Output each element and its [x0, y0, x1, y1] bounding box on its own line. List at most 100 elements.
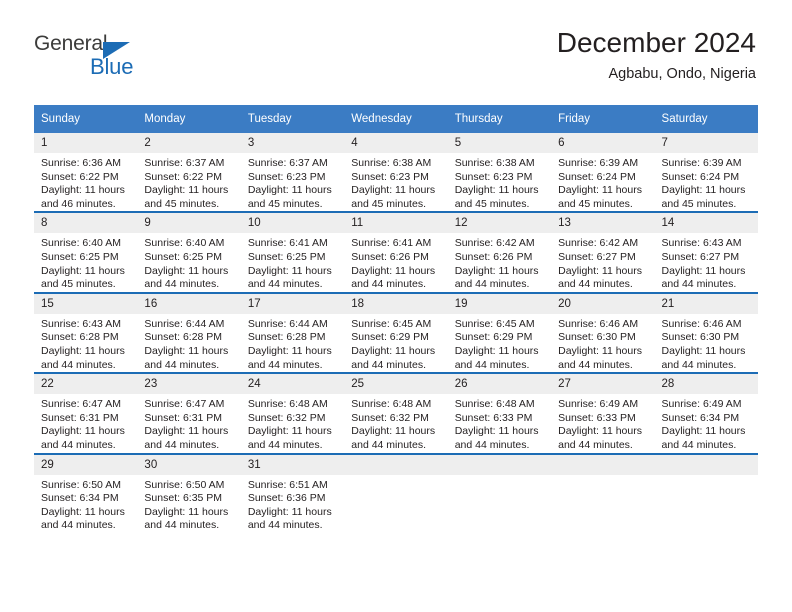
sunrise-text: Sunrise: 6:41 AM: [351, 237, 432, 250]
day-cell[interactable]: 21 Sunrise: 6:46 AM Sunset: 6:30 PM Dayligh…: [654, 291, 758, 374]
day-number: 28: [654, 374, 758, 395]
day-number: 25: [344, 374, 448, 395]
day-cell[interactable]: 25 Sunrise: 6:48 AM Sunset: 6:32 PM Dayligh…: [344, 372, 448, 454]
calendar-week-row: 15 Sunrise: 6:43 AM Sunset: 6:28 PM Dayligh…: [34, 291, 758, 374]
sunset-text: Sunset: 6:25 PM: [41, 250, 119, 263]
daylight-text-line2: and 45 minutes.: [41, 278, 116, 291]
sunset-text: Sunset: 6:25 PM: [247, 250, 326, 263]
daylight-text-line2: and 44 minutes.: [41, 358, 116, 371]
day-details: Sunrise: 6:48 AM Sunset: 6:32 PM Daylight:…: [344, 394, 447, 452]
logo-text-blue: Blue: [90, 54, 134, 79]
day-number: [654, 454, 758, 475]
daylight-text-line1: Daylight: 11 hours: [247, 425, 332, 438]
day-cell[interactable]: 5 Sunrise: 6:38 AM Sunset: 6:23 PM Daylight…: [447, 133, 552, 213]
general-blue-logo[interactable]: General Blue: [34, 32, 214, 82]
calendar-week-row: 1 Sunrise: 6:36 AM Sunset: 6:22 PM Daylight…: [34, 133, 758, 213]
day-number: 14: [654, 213, 758, 234]
day-number: 21: [654, 293, 758, 314]
day-cell[interactable]: 3 Sunrise: 6:37 AM Sunset: 6:23 PM Daylight…: [240, 133, 345, 213]
sunrise-text: Sunrise: 6:39 AM: [558, 157, 639, 169]
day-cell[interactable]: 13 Sunrise: 6:42 AM Sunset: 6:27 PM Dayligh…: [551, 211, 655, 293]
day-cell[interactable]: 23 Sunrise: 6:47 AM Sunset: 6:31 PM Dayligh…: [137, 372, 241, 454]
day-cell[interactable]: 28 Sunrise: 6:49 AM Sunset: 6:34 PM Dayligh…: [654, 372, 758, 454]
daylight-text-line1: Daylight: 11 hours: [247, 344, 332, 357]
sunset-text: Sunset: 6:35 PM: [144, 492, 223, 505]
sunrise-text: Sunrise: 6:38 AM: [454, 157, 535, 169]
daylight-text-line2: and 44 minutes.: [661, 278, 737, 291]
daylight-text-line2: and 45 minutes.: [661, 197, 737, 210]
sunset-text: Sunset: 6:27 PM: [558, 250, 636, 263]
daylight-text-line1: Daylight: 11 hours: [144, 184, 229, 197]
day-cell[interactable]: 11 Sunrise: 6:41 AM Sunset: 6:26 PM Dayligh…: [344, 211, 448, 293]
sunrise-text: Sunrise: 6:46 AM: [661, 317, 742, 330]
daylight-text-line2: and 44 minutes.: [558, 278, 633, 291]
weekday-header-thursday: Thursday: [447, 105, 552, 133]
day-cell[interactable]: 24 Sunrise: 6:48 AM Sunset: 6:32 PM Dayligh…: [240, 372, 345, 454]
day-details: Sunrise: 6:40 AM Sunset: 6:25 PM Daylight:…: [34, 233, 137, 291]
daylight-text-line1: Daylight: 11 hours: [558, 344, 642, 357]
logo-text-general: General: [34, 32, 108, 55]
day-cell[interactable]: 26 Sunrise: 6:48 AM Sunset: 6:33 PM Dayligh…: [447, 372, 552, 454]
day-cell[interactable]: 6 Sunrise: 6:39 AM Sunset: 6:24 PM Daylight…: [551, 133, 655, 213]
day-cell[interactable]: 27 Sunrise: 6:49 AM Sunset: 6:33 PM Dayligh…: [551, 372, 655, 454]
day-cell[interactable]: 7 Sunrise: 6:39 AM Sunset: 6:24 PM Daylight…: [654, 133, 758, 213]
day-cell[interactable]: 10 Sunrise: 6:41 AM Sunset: 6:25 PM Dayligh…: [240, 211, 345, 293]
weekday-header-friday: Friday: [551, 105, 655, 133]
day-cell[interactable]: 22 Sunrise: 6:47 AM Sunset: 6:31 PM Dayligh…: [34, 372, 138, 454]
day-number: 30: [137, 454, 241, 475]
day-cell-empty: [551, 452, 655, 533]
daylight-text-line1: Daylight: 11 hours: [144, 505, 229, 518]
sunrise-text: Sunrise: 6:42 AM: [454, 237, 535, 250]
day-cell[interactable]: 15 Sunrise: 6:43 AM Sunset: 6:28 PM Dayligh…: [34, 291, 138, 374]
day-cell[interactable]: 16 Sunrise: 6:44 AM Sunset: 6:28 PM Dayligh…: [137, 291, 241, 374]
day-cell[interactable]: 29 Sunrise: 6:50 AM Sunset: 6:34 PM Dayligh…: [34, 452, 138, 533]
day-cell[interactable]: 18 Sunrise: 6:45 AM Sunset: 6:29 PM Dayligh…: [344, 291, 448, 374]
day-cell-empty: [447, 452, 552, 533]
day-details: Sunrise: 6:41 AM Sunset: 6:25 PM Daylight:…: [241, 233, 344, 291]
day-details: Sunrise: 6:39 AM Sunset: 6:24 PM Daylight:…: [551, 153, 654, 211]
day-cell[interactable]: 17 Sunrise: 6:44 AM Sunset: 6:28 PM Dayligh…: [240, 291, 345, 374]
day-details: Sunrise: 6:37 AM Sunset: 6:23 PM Daylight:…: [241, 153, 344, 211]
day-cell[interactable]: 9 Sunrise: 6:40 AM Sunset: 6:25 PM Daylight…: [137, 211, 241, 293]
sunrise-text: Sunrise: 6:44 AM: [144, 317, 225, 330]
calendar-page: General Blue December 2024 Agbabu, Ondo,…: [0, 0, 792, 612]
sunset-text: Sunset: 6:28 PM: [41, 331, 119, 344]
day-cell[interactable]: 2 Sunrise: 6:37 AM Sunset: 6:22 PM Daylight…: [137, 133, 241, 213]
daylight-text-line1: Daylight: 11 hours: [351, 264, 436, 277]
weekday-header-monday: Monday: [137, 105, 241, 133]
day-cell[interactable]: 14 Sunrise: 6:43 AM Sunset: 6:27 PM Dayligh…: [654, 211, 758, 293]
daylight-text-line1: Daylight: 11 hours: [247, 505, 332, 518]
sunrise-text: Sunrise: 6:50 AM: [41, 478, 121, 491]
daylight-text-line1: Daylight: 11 hours: [558, 425, 642, 438]
title-block: December 2024 Agbabu, Ondo, Nigeria: [557, 26, 756, 84]
day-cell[interactable]: 20 Sunrise: 6:46 AM Sunset: 6:30 PM Dayligh…: [551, 291, 655, 374]
day-cell[interactable]: 8 Sunrise: 6:40 AM Sunset: 6:25 PM Daylight…: [34, 211, 138, 293]
sunrise-text: Sunrise: 6:47 AM: [144, 398, 225, 411]
daylight-text-line2: and 44 minutes.: [558, 358, 633, 371]
day-cell[interactable]: 4 Sunrise: 6:38 AM Sunset: 6:23 PM Daylight…: [344, 133, 448, 213]
sunrise-text: Sunrise: 6:49 AM: [661, 398, 742, 411]
calendar-week-row: 22 Sunrise: 6:47 AM Sunset: 6:31 PM Dayligh…: [34, 372, 758, 454]
day-number: 10: [240, 213, 345, 234]
calendar-grid: Sunday Monday Tuesday Wednesday Thursday…: [34, 105, 758, 533]
sunset-text: Sunset: 6:30 PM: [661, 331, 740, 344]
day-cell[interactable]: 31 Sunrise: 6:51 AM Sunset: 6:36 PM Dayligh…: [240, 452, 345, 533]
day-cell[interactable]: 1 Sunrise: 6:36 AM Sunset: 6:22 PM Daylight…: [34, 133, 138, 213]
daylight-text-line2: and 44 minutes.: [247, 438, 323, 451]
day-number: 8: [34, 213, 138, 234]
day-number: 4: [344, 133, 448, 153]
day-cell[interactable]: 19 Sunrise: 6:45 AM Sunset: 6:29 PM Dayligh…: [447, 291, 552, 374]
day-details: [551, 475, 654, 479]
day-number: 9: [137, 213, 241, 234]
sunrise-text: Sunrise: 6:47 AM: [41, 398, 121, 411]
daylight-text-line1: Daylight: 11 hours: [41, 264, 125, 277]
sunset-text: Sunset: 6:24 PM: [661, 170, 740, 183]
day-cell[interactable]: 12 Sunrise: 6:42 AM Sunset: 6:26 PM Dayligh…: [447, 211, 552, 293]
sunset-text: Sunset: 6:32 PM: [351, 411, 429, 424]
daylight-text-line1: Daylight: 11 hours: [661, 264, 746, 277]
day-cell-empty: [654, 452, 758, 533]
daylight-text-line2: and 45 minutes.: [454, 197, 530, 210]
sunrise-text: Sunrise: 6:48 AM: [247, 398, 328, 411]
daylight-text-line1: Daylight: 11 hours: [247, 264, 332, 277]
day-cell[interactable]: 30 Sunrise: 6:50 AM Sunset: 6:35 PM Dayligh…: [137, 452, 241, 533]
